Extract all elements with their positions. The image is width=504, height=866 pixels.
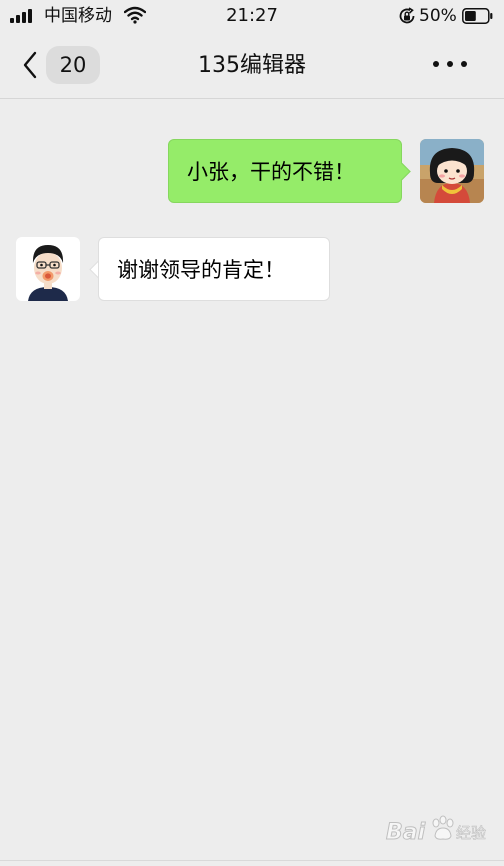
baidu-watermark: Bai 经验 — [385, 812, 487, 852]
cartoon-boy-avatar[interactable] — [16, 237, 80, 301]
bottom-divider — [0, 860, 504, 861]
more-dots-icon[interactable] — [430, 48, 470, 80]
rotation-lock-icon — [399, 7, 415, 24]
status-bar: 中国移动 21:27 50% — [0, 0, 504, 34]
message-sent: 小张，干的不错！ — [0, 138, 504, 208]
nav-bar: 20 135编辑器 — [0, 34, 504, 99]
message-bubble-received[interactable]: 谢谢领导的肯定！ — [98, 237, 330, 301]
battery-icon — [462, 8, 493, 24]
cartoon-girl-avatar[interactable] — [420, 139, 484, 203]
paw-icon — [432, 815, 454, 840]
message-text: 谢谢领导的肯定！ — [117, 258, 285, 282]
cartoon-girl-avatar-image — [420, 139, 484, 203]
chat-title: 135编辑器 — [198, 53, 306, 78]
battery-percent: 50% — [419, 6, 457, 26]
unread-count-badge[interactable]: 20 — [46, 46, 100, 84]
message-text: 小张，干的不错！ — [187, 160, 355, 184]
message-received: 谢谢领导的肯定！ — [0, 236, 504, 306]
message-bubble-sent[interactable]: 小张，干的不错！ — [168, 139, 402, 203]
watermark-text: Bai — [385, 820, 426, 846]
watermark-suffix: 经验 — [456, 824, 487, 843]
back-button[interactable]: 20 — [16, 43, 106, 87]
chevron-left-icon[interactable] — [22, 51, 38, 79]
cartoon-boy-avatar-image — [16, 237, 80, 301]
